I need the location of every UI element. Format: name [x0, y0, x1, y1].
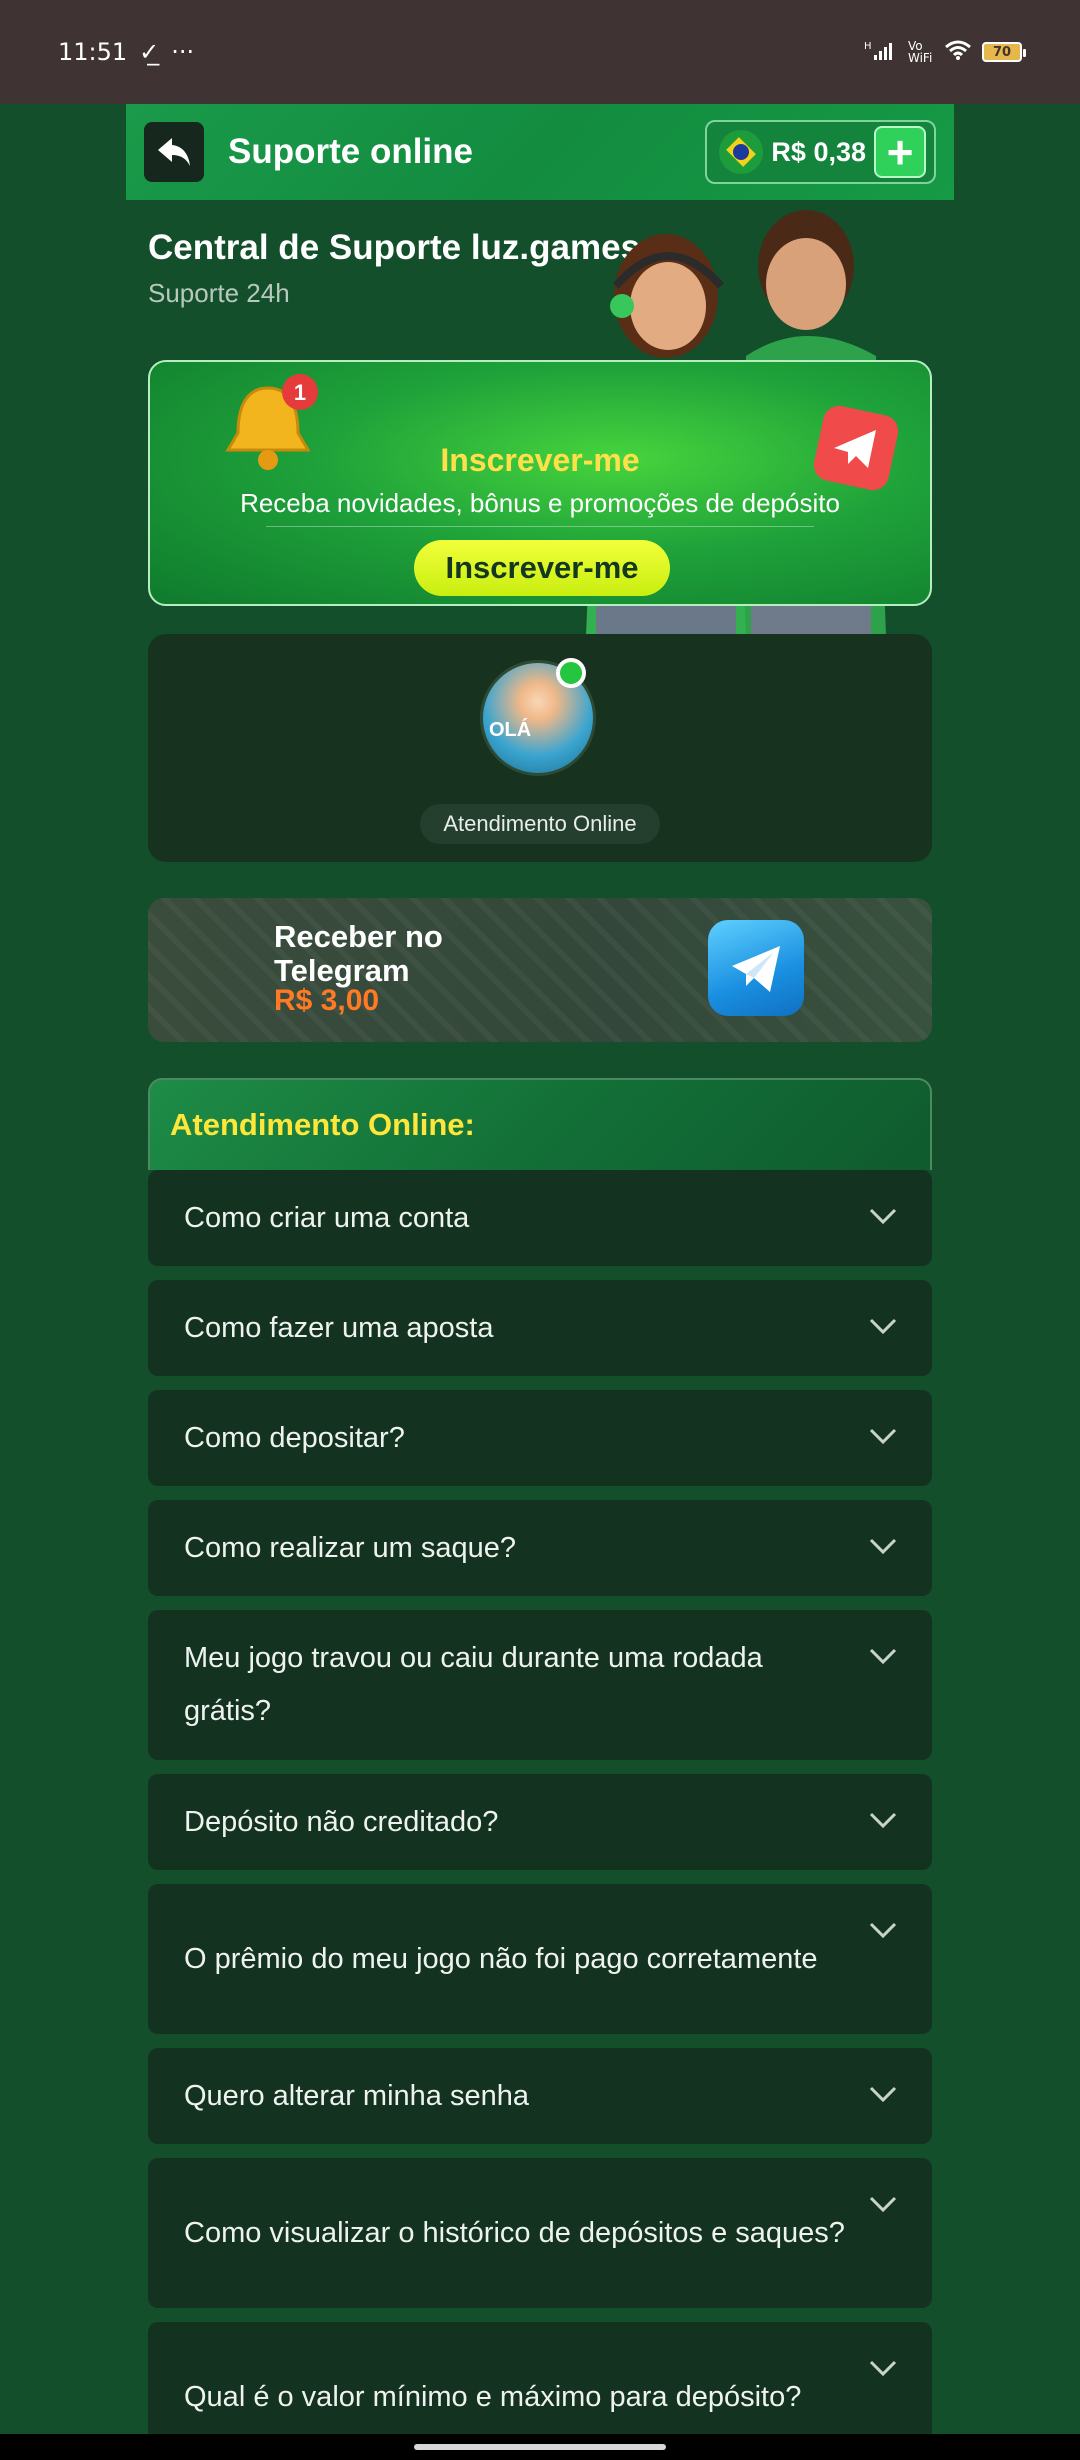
faq-question: Meu jogo travou ou caiu durante uma roda… [184, 1642, 763, 1727]
faq-item[interactable]: Meu jogo travou ou caiu durante uma roda… [148, 1610, 932, 1760]
signal-icon: H [864, 39, 898, 66]
status-time: 11:51 [58, 38, 128, 66]
faq-item[interactable]: Depósito não creditado? [148, 1774, 932, 1870]
bell-badge-count: 1 [294, 380, 306, 405]
chevron-down-icon[interactable] [868, 1918, 898, 1942]
faq-question: Quero alterar minha senha [184, 2079, 529, 2112]
faq-question: Como visualizar o histórico de depósitos… [184, 2216, 845, 2249]
chevron-down-icon[interactable] [868, 1424, 898, 1448]
back-button[interactable] [144, 122, 204, 182]
faq-item[interactable]: Como criar uma conta [148, 1170, 932, 1266]
chevron-down-icon[interactable] [868, 2356, 898, 2380]
faq-list: Como criar uma conta Como fazer uma apost… [148, 1170, 932, 2460]
faq-item[interactable]: Como depositar? [148, 1390, 932, 1486]
telegram-icon[interactable] [708, 920, 804, 1016]
back-arrow-icon [158, 138, 190, 166]
check-icon: ✓̲ [139, 38, 160, 66]
faq-question: Como realizar um saque? [184, 1531, 517, 1564]
chevron-down-icon[interactable] [868, 1314, 898, 1338]
telegram-reward-amount: R$ 3,00 [274, 984, 380, 1017]
faq-question: Como criar uma conta [184, 1201, 470, 1234]
wifi-icon [944, 39, 972, 66]
faq-question: O prêmio do meu jogo não foi pago corret… [184, 1942, 818, 1975]
chevron-down-icon[interactable] [868, 1808, 898, 1832]
promo-description: Receba novidades, bônus e promoções de d… [240, 488, 840, 518]
telegram-reward-title: Receber no Telegram [274, 919, 443, 988]
deposit-plus-button[interactable]: + [874, 126, 926, 178]
faq-item[interactable]: Como visualizar o histórico de depósitos… [148, 2158, 932, 2308]
online-support-label: Atendimento Online [420, 804, 660, 844]
faq-question: Qual é o valor mínimo e máximo para depó… [184, 2380, 802, 2413]
faq-heading: Atendimento Online: [148, 1078, 932, 1170]
status-bar: 11:51 ✓̲ ··· H Vo WiFi 70 [0, 0, 1080, 104]
chevron-down-icon[interactable] [868, 2192, 898, 2216]
faq-item[interactable]: Quero alterar minha senha [148, 2048, 932, 2144]
battery-level: 70 [992, 44, 1012, 60]
home-indicator[interactable] [414, 2444, 666, 2450]
avatar-greeting: OLÁ [489, 719, 532, 741]
app-header: Suporte online R$ 0,38 + [126, 104, 954, 200]
faq-item[interactable]: Como fazer uma aposta [148, 1280, 932, 1376]
page-title: Suporte online [228, 132, 473, 171]
faq-question: Depósito não creditado? [184, 1805, 499, 1838]
support-center-subtitle: Suporte 24h [148, 278, 290, 308]
promo-divider [266, 526, 814, 527]
chevron-down-icon[interactable] [868, 1534, 898, 1558]
online-support-card[interactable]: OLÁ Atendimento Online [148, 634, 932, 862]
chevron-down-icon[interactable] [868, 1644, 898, 1668]
volte-label: Vo WiFi [908, 39, 933, 65]
subscribe-promo-card: 1 Inscrever-me Receba novidades, bônus e… [148, 360, 932, 606]
faq-question: Como depositar? [184, 1421, 405, 1454]
balance-amount: R$ 0,38 [771, 136, 866, 167]
balance-widget[interactable]: R$ 0,38 + [705, 120, 936, 184]
brazil-flag-icon [719, 130, 764, 174]
more-icon: ··· [171, 38, 195, 66]
online-status-dot [556, 658, 586, 688]
promo-title: Inscrever-me [440, 442, 640, 478]
faq-item[interactable]: Como realizar um saque? [148, 1500, 932, 1596]
chevron-down-icon[interactable] [868, 2082, 898, 2106]
network-type: H [864, 41, 872, 52]
chevron-down-icon[interactable] [868, 1204, 898, 1228]
faq-question: Como fazer uma aposta [184, 1311, 494, 1344]
telegram-reward-card[interactable]: Receber no Telegram R$ 3,00 [148, 898, 932, 1042]
faq-item[interactable]: O prêmio do meu jogo não foi pago corret… [148, 1884, 932, 2034]
subscribe-button[interactable]: Inscrever-me [414, 540, 670, 596]
battery-icon: 70 [982, 42, 1026, 62]
